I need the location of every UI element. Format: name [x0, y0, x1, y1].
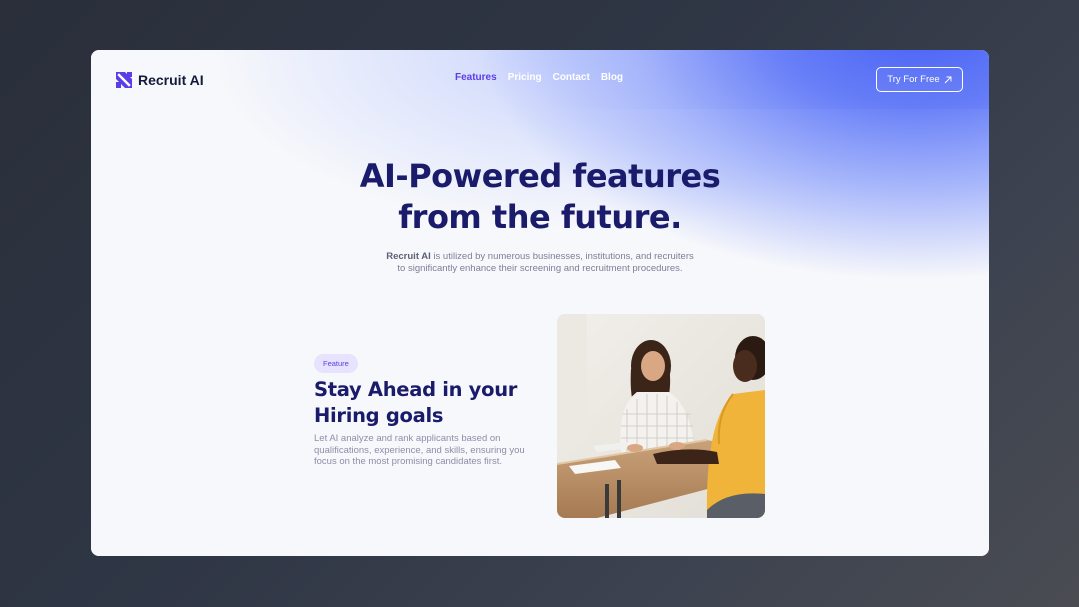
arrow-up-right-icon — [944, 76, 952, 84]
nav-link-features[interactable]: Features — [455, 72, 497, 83]
feature-title: Stay Ahead in your Hiring goals — [314, 378, 518, 427]
brand-logo[interactable]: Recruit AI — [116, 72, 204, 88]
hero-gradient-background — [91, 50, 989, 556]
hero-description: Recruit AI is utilized by numerous busin… — [385, 251, 695, 274]
hero-title-line1: AI-Powered features — [359, 157, 721, 195]
interview-photo — [557, 314, 765, 518]
recruit-logo-icon — [116, 72, 132, 88]
try-for-free-button[interactable]: Try For Free — [876, 67, 963, 92]
hero-description-text: is utilized by numerous businesses, inst… — [397, 251, 694, 274]
feature-description: Let AI analyze and rank applicants based… — [314, 433, 525, 467]
hero-description-brand: Recruit AI — [386, 251, 431, 262]
hero-title: AI-Powered features from the future. — [91, 156, 989, 238]
brand-name: Recruit AI — [138, 72, 204, 88]
nav-link-contact[interactable]: Contact — [553, 72, 590, 83]
hero-title-line2: from the future. — [398, 198, 682, 236]
main-nav: Features Pricing Contact Blog — [455, 72, 623, 83]
cta-label: Try For Free — [887, 74, 940, 85]
nav-link-pricing[interactable]: Pricing — [508, 72, 542, 83]
landing-page-card: Recruit AI Features Pricing Contact Blog… — [91, 50, 989, 556]
feature-badge: Feature — [314, 354, 358, 373]
nav-link-blog[interactable]: Blog — [601, 72, 623, 83]
